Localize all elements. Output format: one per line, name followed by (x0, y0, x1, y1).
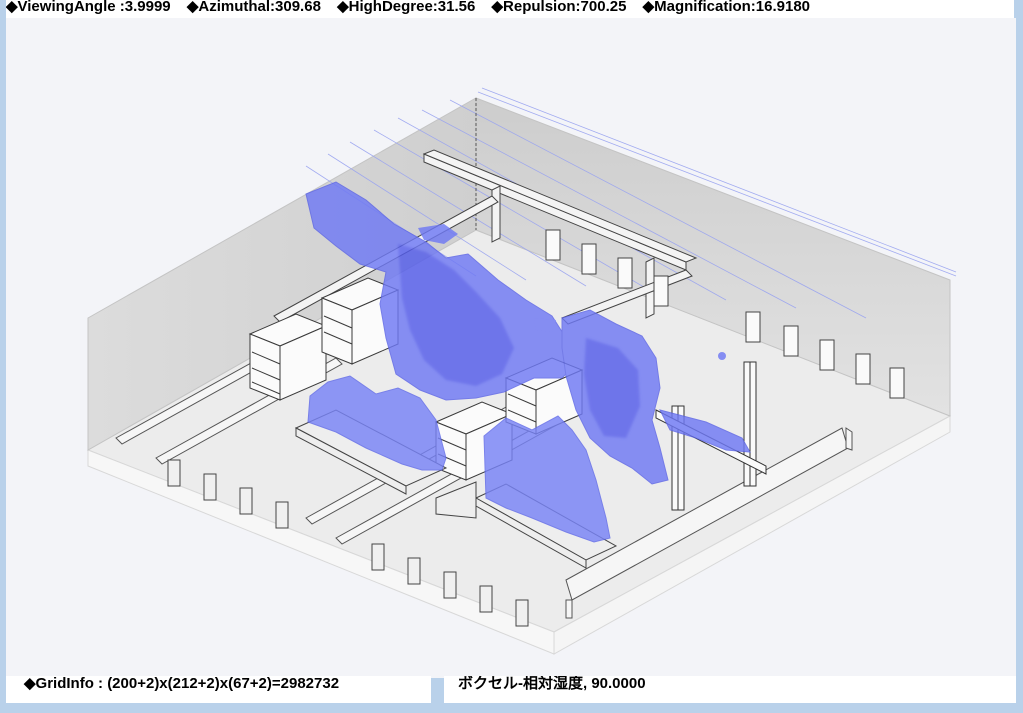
view-parameters-bar: ◆ViewingAngle :3.9999 ◆Azimuthal:309.68 … (6, 0, 1014, 18)
3d-scene[interactable] (6, 18, 1016, 678)
viewing-angle-label: ◆ViewingAngle :3.9999 (6, 0, 171, 15)
voxel-info-text: ボクセル-相対湿度, 90.0000 (458, 676, 646, 692)
app-window: ◆ViewingAngle :3.9999 ◆Azimuthal:309.68 … (0, 0, 1023, 713)
grid-info-panel: ◆GridInfo : (200+2)x(212+2)x(67+2)=29827… (6, 676, 431, 703)
window-bottom-border (0, 703, 1023, 713)
voxel-info-panel: ボクセル-相対湿度, 90.0000 (444, 676, 1016, 703)
repulsion-label: ◆Repulsion:700.25 (491, 0, 627, 15)
azimuthal-label: ◆Azimuthal:309.68 (186, 0, 321, 15)
3d-viewport[interactable] (6, 18, 1016, 678)
grid-info-text: ◆GridInfo : (200+2)x(212+2)x(67+2)=29827… (24, 676, 340, 692)
magnification-label: ◆Magnification:16.9180 (642, 0, 811, 15)
high-degree-label: ◆HighDegree:31.56 (337, 0, 476, 15)
